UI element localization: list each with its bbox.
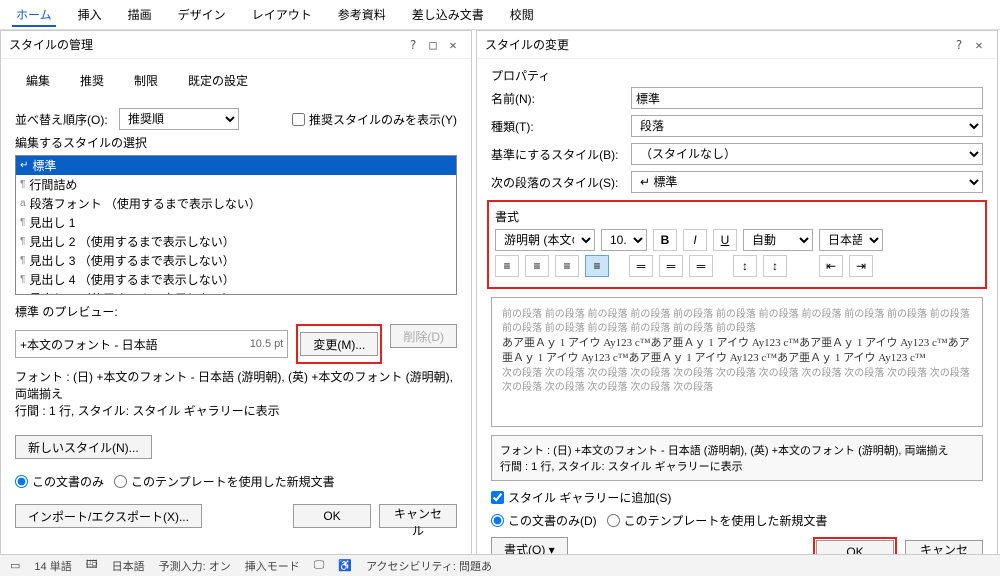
list-item: ¶行間詰め [16,175,456,194]
spacing1-icon[interactable]: ═ [629,255,653,277]
word-count[interactable]: 14 単語 [34,558,71,574]
status-access[interactable]: アクセシビリティ: 問題あ [366,558,492,574]
doc-only-radio[interactable] [491,514,504,527]
preview-label: 標準 のプレビュー: [15,303,457,320]
recommended-only-label: 推奨スタイルのみを表示(Y) [309,111,457,128]
list-item: a段落フォント （使用するまで表示しない） [16,194,456,213]
ribbon: ホーム 挿入 描画 デザイン レイアウト 参考資料 差し込み文書 校閲 [0,0,1000,30]
align-justify-icon[interactable]: ≡ [585,255,609,277]
status-lang[interactable]: 日本語 [112,558,145,574]
align-center-icon[interactable]: ≡ [525,255,549,277]
gallery-checkbox[interactable] [491,491,504,504]
ribbon-tab[interactable]: 校閲 [506,4,538,27]
sort-label: 並べ替え順序(O): [15,111,111,128]
sort-select[interactable]: 推奨順 [119,108,239,130]
style-listbox[interactable]: ↵標準 ¶行間詰め a段落フォント （使用するまで表示しない） ¶見出し 1 ¶… [15,155,457,295]
desc-box: フォント : (日) +本文のフォント - 日本語 (游明朝), (英) +本文… [491,435,983,481]
template-radio[interactable] [114,475,127,488]
desc-line: フォント : (日) +本文のフォント - 日本語 (游明朝), (英) +本文… [15,368,457,402]
recommended-only-checkbox[interactable] [292,113,305,126]
ribbon-tab[interactable]: 参考資料 [334,4,390,27]
name-input[interactable] [631,87,983,109]
para-before-icon[interactable]: ↕ [733,255,757,277]
list-item: ¶見出し 4 （使用するまで表示しない） [16,270,456,289]
lang-icon: 🖽 [86,556,98,575]
maximize-icon[interactable]: □ [423,38,443,52]
next-label: 次の段落のスタイル(S): [491,174,621,191]
help-icon[interactable]: ? [949,38,969,52]
page-icon: ▭ [10,559,20,572]
indent-inc-icon[interactable]: ⇥ [849,255,873,277]
dialog-title: スタイルの管理 [9,36,403,53]
tab-restrict[interactable]: 制限 [119,65,173,96]
italic-button[interactable]: I [683,229,707,251]
status-insert[interactable]: 挿入モード [245,558,300,574]
ok-button[interactable]: OK [293,504,371,528]
base-select[interactable]: （スタイルなし） [631,143,983,165]
status-predict[interactable]: 予測入力: オン [159,558,231,574]
ribbon-tab[interactable]: ホーム [12,4,56,27]
ribbon-tab[interactable]: 挿入 [74,4,106,27]
bold-button[interactable]: B [653,229,677,251]
spacing3-icon[interactable]: ═ [689,255,713,277]
properties-heading: プロパティ [491,67,983,84]
close-icon[interactable]: ✕ [969,38,989,52]
tab-recommend[interactable]: 推奨 [65,65,119,96]
sample-preview: 前の段落 前の段落 前の段落 前の段落 前の段落 前の段落 前の段落 前の段落 … [491,297,983,427]
ribbon-tab[interactable]: 描画 [124,4,156,27]
dialog-title: スタイルの変更 [485,36,949,53]
preview-box: +本文のフォント - 日本語 10.5 pt [15,330,288,358]
close-icon[interactable]: ✕ [443,38,463,52]
lang-select[interactable]: 日本語 [819,229,883,251]
font-select[interactable]: 游明朝 (本文のフ [495,229,595,251]
spacing2-icon[interactable]: ═ [659,255,683,277]
type-select[interactable]: 段落 [631,115,983,137]
cancel-button[interactable]: キャンセル [379,504,457,528]
type-label: 種類(T): [491,118,621,135]
statusbar: ▭ 14 単語 🖽 日本語 予測入力: オン 挿入モード 🖵 ♿ アクセシビリテ… [0,554,1000,576]
para-after-icon[interactable]: ↕ [763,255,787,277]
doc-only-radio[interactable] [15,475,28,488]
base-label: 基準にするスタイル(B): [491,146,621,163]
modify-button[interactable]: 変更(M)... [300,332,378,356]
delete-button[interactable]: 削除(D) [390,324,457,348]
tab-default[interactable]: 既定の設定 [173,65,263,96]
align-left-icon[interactable]: ≡ [495,255,519,277]
indent-dec-icon[interactable]: ⇤ [819,255,843,277]
manage-styles-dialog: スタイルの管理 ? □ ✕ 編集 推奨 制限 既定の設定 並べ替え順序(O): … [0,30,472,570]
titlebar: スタイルの変更 ? ✕ [477,31,997,59]
ribbon-tab[interactable]: デザイン [174,4,230,27]
list-item: ↵標準 [16,156,456,175]
list-item: ¶見出し 3 （使用するまで表示しない） [16,251,456,270]
align-right-icon[interactable]: ≡ [555,255,579,277]
underline-button[interactable]: U [713,229,737,251]
access-icon: ♿ [338,559,352,572]
name-label: 名前(N): [491,90,621,107]
titlebar: スタイルの管理 ? □ ✕ [1,31,471,59]
color-select[interactable]: 自動 [743,229,813,251]
help-icon[interactable]: ? [403,38,423,52]
modify-style-dialog: スタイルの変更 ? ✕ プロパティ 名前(N): 種類(T): 段落 基準にする… [476,30,998,570]
list-item: ¶見出し 5 （使用するまで表示しない） [16,289,456,295]
edit-select-label: 編集するスタイルの選択 [15,134,457,151]
next-select[interactable]: ↵ 標準 [631,171,983,193]
size-select[interactable]: 10.5 [601,229,647,251]
desc-line: 行間 : 1 行, スタイル: スタイル ギャラリーに表示 [15,402,457,419]
ribbon-tab[interactable]: 差し込み文書 [408,4,488,27]
list-item: ¶見出し 1 [16,213,456,232]
display-icon: 🖵 [314,559,325,572]
import-export-button[interactable]: インポート/エクスポート(X)... [15,504,202,528]
format-group: 書式 游明朝 (本文のフ 10.5 B I U 自動 日本語 ≡ ≡ ≡ ≡ ═… [487,200,987,289]
format-heading: 書式 [495,208,979,225]
ribbon-tab[interactable]: レイアウト [248,4,316,27]
new-style-button[interactable]: 新しいスタイル(N)... [15,435,152,459]
template-radio[interactable] [607,514,620,527]
list-item: ¶見出し 2 （使用するまで表示しない） [16,232,456,251]
tab-edit[interactable]: 編集 [11,65,65,96]
